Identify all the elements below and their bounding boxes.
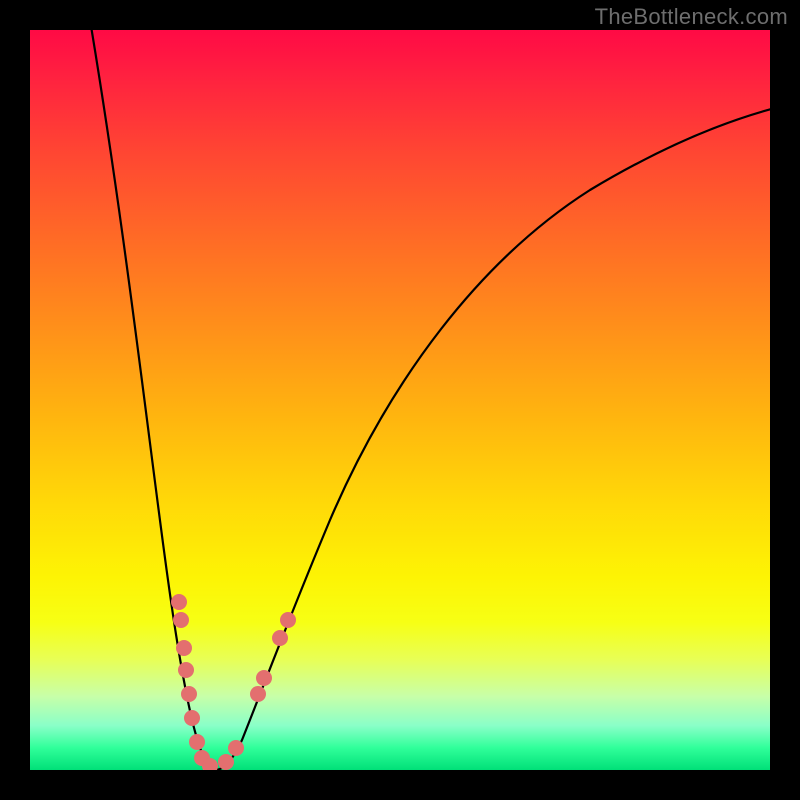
- data-marker: [173, 612, 189, 628]
- data-marker: [176, 640, 192, 656]
- data-marker: [184, 710, 200, 726]
- watermark-text: TheBottleneck.com: [595, 4, 788, 30]
- marker-group: [171, 594, 296, 770]
- data-marker: [181, 686, 197, 702]
- data-marker: [256, 670, 272, 686]
- data-marker: [218, 754, 234, 770]
- data-marker: [189, 734, 205, 750]
- markers-layer: [30, 30, 770, 770]
- plot-area: [30, 30, 770, 770]
- data-marker: [228, 740, 244, 756]
- data-marker: [280, 612, 296, 628]
- chart-frame: TheBottleneck.com: [0, 0, 800, 800]
- data-marker: [272, 630, 288, 646]
- data-marker: [171, 594, 187, 610]
- data-marker: [178, 662, 194, 678]
- data-marker: [250, 686, 266, 702]
